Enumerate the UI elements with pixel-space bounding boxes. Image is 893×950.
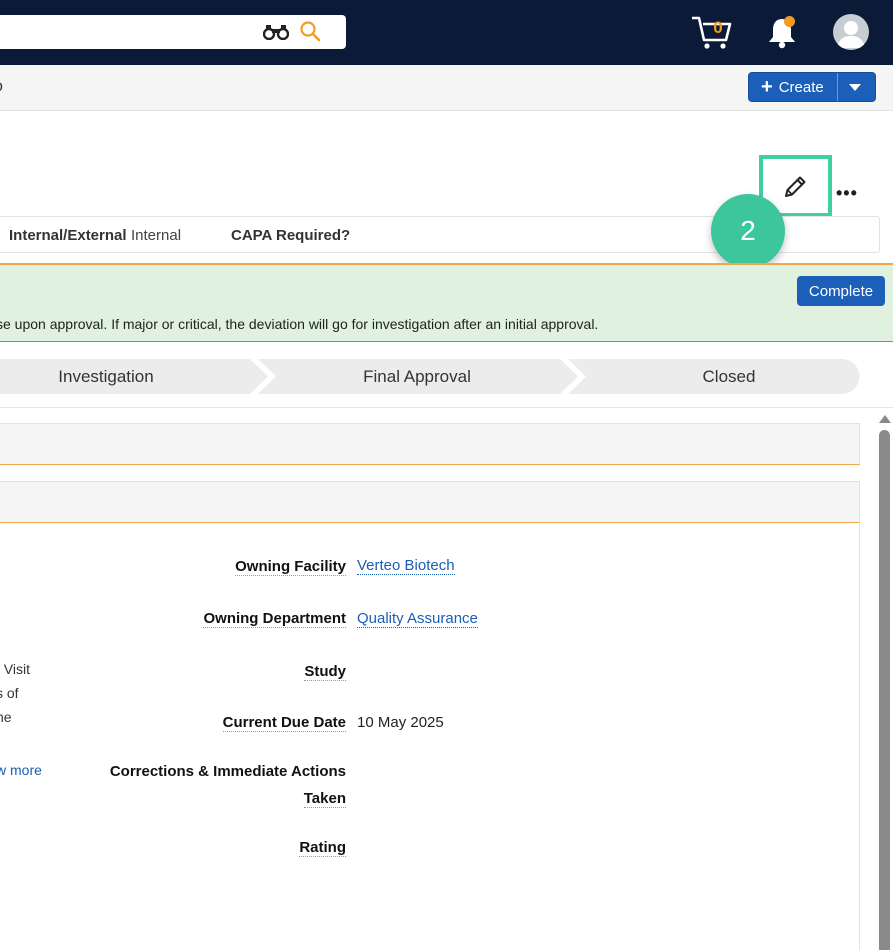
create-main-button[interactable]: + Create <box>749 73 837 101</box>
current-due-date-value: 10 May 2025 <box>357 714 444 731</box>
corrections-label-line1: Corrections & Immediate Actions <box>109 763 346 780</box>
global-search-input[interactable] <box>0 15 346 49</box>
user-avatar-icon <box>837 21 865 48</box>
owning-department-link[interactable]: Quality Assurance <box>357 610 478 628</box>
scroll-thumb[interactable] <box>879 430 890 950</box>
corrections-label-line2: Taken <box>303 790 346 808</box>
owning-facility-label: Owning Facility <box>235 558 346 576</box>
divider <box>0 407 893 408</box>
cart-button[interactable]: 0 <box>690 14 732 50</box>
top-navigation-bar: 0 <box>0 0 893 65</box>
chevron-down-icon[interactable] <box>849 84 861 91</box>
description-line-1: t Visit <box>0 661 30 677</box>
scrollbar[interactable] <box>876 410 893 950</box>
study-label: Study <box>304 663 346 681</box>
scroll-up-arrow-icon[interactable] <box>879 415 891 423</box>
view-more-link[interactable]: w more <box>0 762 42 778</box>
description-line-3: he <box>0 709 12 725</box>
complete-button[interactable]: Complete <box>797 276 885 306</box>
details-section-body <box>0 523 860 950</box>
create-divider <box>837 73 838 101</box>
create-label: Create <box>778 78 824 96</box>
cart-count-badge: 0 <box>713 18 723 37</box>
plus-icon: + <box>761 76 773 98</box>
section-header-1[interactable] <box>0 423 860 465</box>
stage-investigation[interactable]: Investigation <box>0 367 212 387</box>
record-toolbar: o + Create <box>0 65 893 111</box>
owning-department-label: Owning Department <box>203 610 346 628</box>
create-button[interactable]: + Create <box>748 72 876 102</box>
status-banner: Complete se upon approval. If major or c… <box>0 263 893 342</box>
current-due-date-label: Current Due Date <box>222 714 346 732</box>
rating-label: Rating <box>299 839 346 857</box>
owning-facility-link[interactable]: Verteo Biotech <box>357 557 455 575</box>
banner-message: se upon approval. If major or critical, … <box>0 316 599 332</box>
capa-required-label: CAPA Required? <box>231 227 351 244</box>
section-header-2[interactable] <box>0 481 860 523</box>
breadcrumb[interactable]: o <box>0 78 3 96</box>
step-number-badge: 2 <box>711 194 785 268</box>
more-actions-icon[interactable]: ••• <box>836 183 858 204</box>
pencil-icon[interactable] <box>781 173 809 201</box>
internal-external-label: Internal/External <box>9 227 127 244</box>
stage-closed[interactable]: Closed <box>585 367 873 387</box>
stage-path: Investigation Final Approval Closed <box>0 359 893 394</box>
binoculars-icon[interactable] <box>263 24 289 40</box>
description-line-2: s of <box>0 685 19 701</box>
notifications-button[interactable] <box>766 15 798 49</box>
notification-dot <box>784 16 795 27</box>
stage-final-approval[interactable]: Final Approval <box>267 367 567 387</box>
user-avatar[interactable] <box>833 14 869 50</box>
internal-external-value: Internal <box>131 227 182 244</box>
search-icon[interactable] <box>299 20 321 42</box>
